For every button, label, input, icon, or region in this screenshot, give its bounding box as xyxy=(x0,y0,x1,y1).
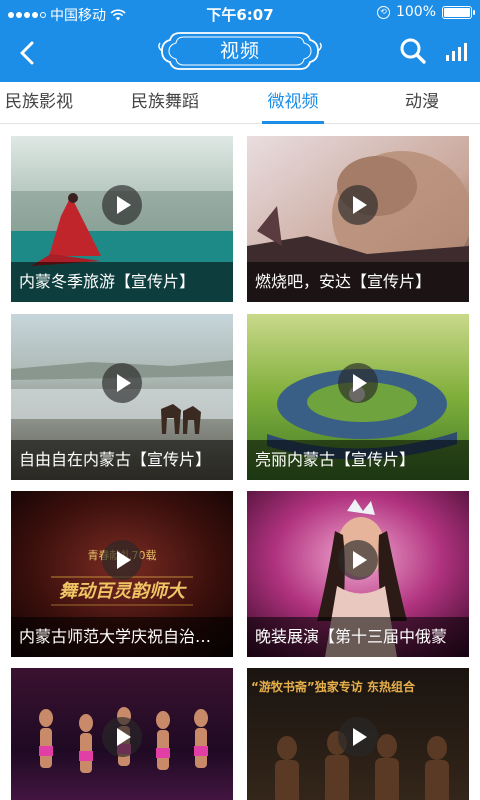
status-bar: 中国移动 下午6:07 ⟲ 100% xyxy=(0,0,480,26)
status-right-group: ⟲ 100% xyxy=(376,4,475,20)
video-title: 内蒙冬季旅游【宣传片】 xyxy=(11,262,233,302)
play-icon[interactable] xyxy=(338,717,378,757)
play-icon[interactable] xyxy=(102,363,142,403)
tab-micro-video[interactable]: 微视频 xyxy=(262,82,324,124)
tab-label: 微视频 xyxy=(267,92,319,112)
battery-percent: 100% xyxy=(395,4,436,20)
tab-ethnic-film[interactable]: 民族影视 xyxy=(0,82,78,124)
page-title: 视频 xyxy=(219,40,260,62)
title-ornament-frame: 视频 xyxy=(158,30,322,72)
video-card[interactable]: 晚装展演【第十三届中俄蒙 xyxy=(247,491,469,657)
video-card[interactable] xyxy=(11,668,233,800)
battery-icon xyxy=(442,5,475,19)
video-card[interactable]: 自由自在内蒙古【宣传片】 xyxy=(11,314,233,480)
video-title: 晚装展演【第十三届中俄蒙 xyxy=(247,617,469,657)
orientation-lock-icon: ⟲ xyxy=(376,5,390,19)
tab-ethnic-dance[interactable]: 民族舞蹈 xyxy=(122,82,208,124)
top-header: 中国移动 下午6:07 ⟲ 100% 视频 xyxy=(0,0,480,82)
video-card[interactable]: 内蒙冬季旅游【宣传片】 xyxy=(11,136,233,302)
video-title: 燃烧吧，安达【宣传片】 xyxy=(247,262,469,302)
thumbnail-banner-text: “游牧书斋”独家专访 东热组合 xyxy=(251,680,415,694)
video-grid: 内蒙冬季旅游【宣传片】 燃烧吧，安达【宣传片】 自由自在内蒙古【宣传片】 亮丽内… xyxy=(0,124,480,800)
tab-label: 民族影视 xyxy=(5,92,73,112)
back-icon[interactable] xyxy=(12,36,46,70)
category-tabs: 民族影视 民族舞蹈 微视频 动漫 xyxy=(0,82,480,124)
play-icon[interactable] xyxy=(338,363,378,403)
nav-bar: 视频 xyxy=(0,26,480,82)
tab-label: 动漫 xyxy=(405,92,439,112)
thumbnail-headline-text: 舞动百灵韵师大 xyxy=(59,581,185,602)
play-icon[interactable] xyxy=(102,717,142,757)
signal-bars-icon[interactable] xyxy=(444,40,468,64)
play-icon[interactable] xyxy=(102,540,142,580)
play-icon[interactable] xyxy=(102,185,142,225)
video-title: 内蒙古师范大学庆祝自治区成立70周年 xyxy=(11,617,233,657)
tab-animation[interactable]: 动漫 xyxy=(396,82,448,124)
video-card[interactable]: 燃烧吧，安达【宣传片】 xyxy=(247,136,469,302)
video-title: 亮丽内蒙古【宣传片】 xyxy=(247,440,469,480)
app-screen: 中国移动 下午6:07 ⟲ 100% 视频 民族影视 民族舞蹈 微视频 动漫 内… xyxy=(0,0,480,800)
tab-label: 民族舞蹈 xyxy=(131,92,199,112)
video-card[interactable]: 青春献礼70载 舞动百灵韵师大 内蒙古师范大学庆祝自治区成立70周年 xyxy=(11,491,233,657)
play-icon[interactable] xyxy=(338,185,378,225)
video-card[interactable]: “游牧书斋”独家专访 东热组合 xyxy=(247,668,469,800)
video-title: 自由自在内蒙古【宣传片】 xyxy=(11,440,233,480)
play-icon[interactable] xyxy=(338,540,378,580)
search-icon[interactable] xyxy=(398,36,428,66)
video-card[interactable]: 亮丽内蒙古【宣传片】 xyxy=(247,314,469,480)
